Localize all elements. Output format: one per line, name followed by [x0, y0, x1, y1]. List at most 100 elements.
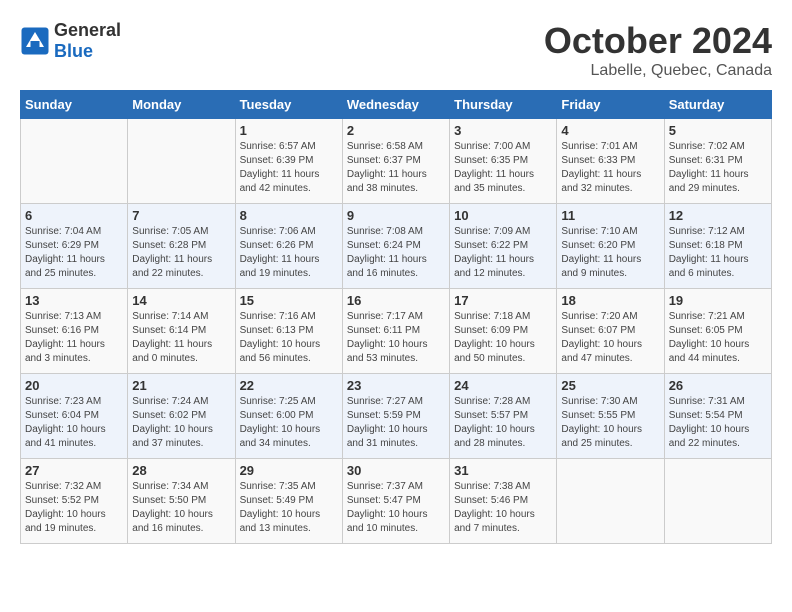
day-number: 6: [25, 208, 123, 223]
calendar-cell: [128, 119, 235, 204]
day-number: 31: [454, 463, 552, 478]
day-info: Sunrise: 7:18 AMSunset: 6:09 PMDaylight:…: [454, 310, 552, 366]
day-number: 7: [132, 208, 230, 223]
calendar-cell: 9 Sunrise: 7:08 AMSunset: 6:24 PMDaylight…: [342, 204, 449, 289]
day-number: 5: [669, 123, 767, 138]
day-number: 23: [347, 378, 445, 393]
calendar-cell: 1 Sunrise: 6:57 AMSunset: 6:39 PMDaylight…: [235, 119, 342, 204]
day-number: 16: [347, 293, 445, 308]
calendar-cell: [557, 459, 664, 544]
day-info: Sunrise: 7:20 AMSunset: 6:07 PMDaylight:…: [561, 310, 659, 366]
day-info: Sunrise: 7:24 AMSunset: 6:02 PMDaylight:…: [132, 395, 230, 451]
day-info: Sunrise: 7:01 AMSunset: 6:33 PMDaylight:…: [561, 140, 659, 196]
day-number: 11: [561, 208, 659, 223]
day-number: 20: [25, 378, 123, 393]
day-info: Sunrise: 7:37 AMSunset: 5:47 PMDaylight:…: [347, 480, 445, 536]
day-info: Sunrise: 7:16 AMSunset: 6:13 PMDaylight:…: [240, 310, 338, 366]
calendar-cell: 19 Sunrise: 7:21 AMSunset: 6:05 PMDayligh…: [664, 289, 771, 374]
calendar-cell: 14Sunrise: 7:14 AMSunset: 6:14 PMDayligh…: [128, 289, 235, 374]
calendar-cell: 23Sunrise: 7:27 AMSunset: 5:59 PMDayligh…: [342, 374, 449, 459]
day-info: Sunrise: 7:00 AMSunset: 6:35 PMDaylight:…: [454, 140, 552, 196]
day-number: 18: [561, 293, 659, 308]
location-subtitle: Labelle, Quebec, Canada: [544, 62, 772, 80]
day-number: 30: [347, 463, 445, 478]
month-title: October 2024: [544, 20, 772, 62]
day-number: 17: [454, 293, 552, 308]
day-info: Sunrise: 7:08 AMSunset: 6:24 PMDaylight:…: [347, 225, 445, 281]
calendar-cell: 31 Sunrise: 7:38 AMSunset: 5:46 PMDayligh…: [450, 459, 557, 544]
day-number: 13: [25, 293, 123, 308]
calendar-cell: 16 Sunrise: 7:17 AMSunset: 6:11 PMDayligh…: [342, 289, 449, 374]
calendar-cell: [664, 459, 771, 544]
day-number: 10: [454, 208, 552, 223]
calendar-cell: 15 Sunrise: 7:16 AMSunset: 6:13 PMDayligh…: [235, 289, 342, 374]
weekday-header-monday: Monday: [128, 91, 235, 119]
calendar-cell: [21, 119, 128, 204]
day-info: Sunrise: 7:21 AMSunset: 6:05 PMDaylight:…: [669, 310, 767, 366]
day-number: 15: [240, 293, 338, 308]
calendar-cell: 17 Sunrise: 7:18 AMSunset: 6:09 PMDayligh…: [450, 289, 557, 374]
day-info: Sunrise: 7:10 AMSunset: 6:20 PMDaylight:…: [561, 225, 659, 281]
calendar-cell: 11 Sunrise: 7:10 AMSunset: 6:20 PMDayligh…: [557, 204, 664, 289]
day-number: 29: [240, 463, 338, 478]
logo: General Blue: [20, 20, 121, 62]
day-info: Sunrise: 7:13 AMSunset: 6:16 PMDaylight:…: [25, 310, 123, 366]
day-info: Sunrise: 7:09 AMSunset: 6:22 PMDaylight:…: [454, 225, 552, 281]
day-info: Sunrise: 7:30 AMSunset: 5:55 PMDaylight:…: [561, 395, 659, 451]
weekday-header-sunday: Sunday: [21, 91, 128, 119]
calendar-cell: 8Sunrise: 7:06 AMSunset: 6:26 PMDaylight…: [235, 204, 342, 289]
calendar-cell: 13 Sunrise: 7:13 AMSunset: 6:16 PMDayligh…: [21, 289, 128, 374]
calendar-cell: 26Sunrise: 7:31 AMSunset: 5:54 PMDayligh…: [664, 374, 771, 459]
calendar-cell: 29 Sunrise: 7:35 AMSunset: 5:49 PMDayligh…: [235, 459, 342, 544]
logo-text: General Blue: [54, 20, 121, 62]
calendar-cell: 21Sunrise: 7:24 AMSunset: 6:02 PMDayligh…: [128, 374, 235, 459]
calendar-week-row: 6Sunrise: 7:04 AMSunset: 6:29 PMDaylight…: [21, 204, 772, 289]
day-number: 28: [132, 463, 230, 478]
calendar-cell: 6Sunrise: 7:04 AMSunset: 6:29 PMDaylight…: [21, 204, 128, 289]
day-number: 14: [132, 293, 230, 308]
day-info: Sunrise: 7:28 AMSunset: 5:57 PMDaylight:…: [454, 395, 552, 451]
day-info: Sunrise: 7:25 AMSunset: 6:00 PMDaylight:…: [240, 395, 338, 451]
calendar-cell: 3 Sunrise: 7:00 AMSunset: 6:35 PMDaylight…: [450, 119, 557, 204]
calendar-cell: 28 Sunrise: 7:34 AMSunset: 5:50 PMDayligh…: [128, 459, 235, 544]
day-info: Sunrise: 7:35 AMSunset: 5:49 PMDaylight:…: [240, 480, 338, 536]
day-number: 22: [240, 378, 338, 393]
day-number: 1: [240, 123, 338, 138]
day-number: 8: [240, 208, 338, 223]
calendar-cell: 24 Sunrise: 7:28 AMSunset: 5:57 PMDayligh…: [450, 374, 557, 459]
day-info: Sunrise: 7:12 AMSunset: 6:18 PMDaylight:…: [669, 225, 767, 281]
day-number: 19: [669, 293, 767, 308]
calendar-cell: 2 Sunrise: 6:58 AMSunset: 6:37 PMDaylight…: [342, 119, 449, 204]
day-info: Sunrise: 7:05 AMSunset: 6:28 PMDaylight:…: [132, 225, 230, 281]
weekday-header-wednesday: Wednesday: [342, 91, 449, 119]
calendar-week-row: 27Sunrise: 7:32 AMSunset: 5:52 PMDayligh…: [21, 459, 772, 544]
day-number: 4: [561, 123, 659, 138]
weekday-header-saturday: Saturday: [664, 91, 771, 119]
logo-icon: [20, 26, 50, 56]
calendar-cell: 22 Sunrise: 7:25 AMSunset: 6:00 PMDayligh…: [235, 374, 342, 459]
day-number: 2: [347, 123, 445, 138]
calendar-cell: 10 Sunrise: 7:09 AMSunset: 6:22 PMDayligh…: [450, 204, 557, 289]
calendar-cell: 12 Sunrise: 7:12 AMSunset: 6:18 PMDayligh…: [664, 204, 771, 289]
calendar-cell: 27Sunrise: 7:32 AMSunset: 5:52 PMDayligh…: [21, 459, 128, 544]
calendar-cell: 20 Sunrise: 7:23 AMSunset: 6:04 PMDayligh…: [21, 374, 128, 459]
calendar-cell: 7 Sunrise: 7:05 AMSunset: 6:28 PMDaylight…: [128, 204, 235, 289]
day-number: 26: [669, 378, 767, 393]
day-number: 12: [669, 208, 767, 223]
calendar-week-row: 20 Sunrise: 7:23 AMSunset: 6:04 PMDayligh…: [21, 374, 772, 459]
day-info: Sunrise: 6:57 AMSunset: 6:39 PMDaylight:…: [240, 140, 338, 196]
day-info: Sunrise: 7:38 AMSunset: 5:46 PMDaylight:…: [454, 480, 552, 536]
day-info: Sunrise: 7:23 AMSunset: 6:04 PMDaylight:…: [25, 395, 123, 451]
day-info: Sunrise: 7:17 AMSunset: 6:11 PMDaylight:…: [347, 310, 445, 366]
day-info: Sunrise: 7:34 AMSunset: 5:50 PMDaylight:…: [132, 480, 230, 536]
day-number: 25: [561, 378, 659, 393]
day-info: Sunrise: 7:32 AMSunset: 5:52 PMDaylight:…: [25, 480, 123, 536]
day-number: 9: [347, 208, 445, 223]
day-number: 24: [454, 378, 552, 393]
weekday-header-tuesday: Tuesday: [235, 91, 342, 119]
title-block: October 2024 Labelle, Quebec, Canada: [544, 20, 772, 80]
calendar-cell: 5Sunrise: 7:02 AMSunset: 6:31 PMDaylight…: [664, 119, 771, 204]
day-info: Sunrise: 6:58 AMSunset: 6:37 PMDaylight:…: [347, 140, 445, 196]
day-number: 3: [454, 123, 552, 138]
page-header: General Blue October 2024 Labelle, Quebe…: [20, 20, 772, 80]
